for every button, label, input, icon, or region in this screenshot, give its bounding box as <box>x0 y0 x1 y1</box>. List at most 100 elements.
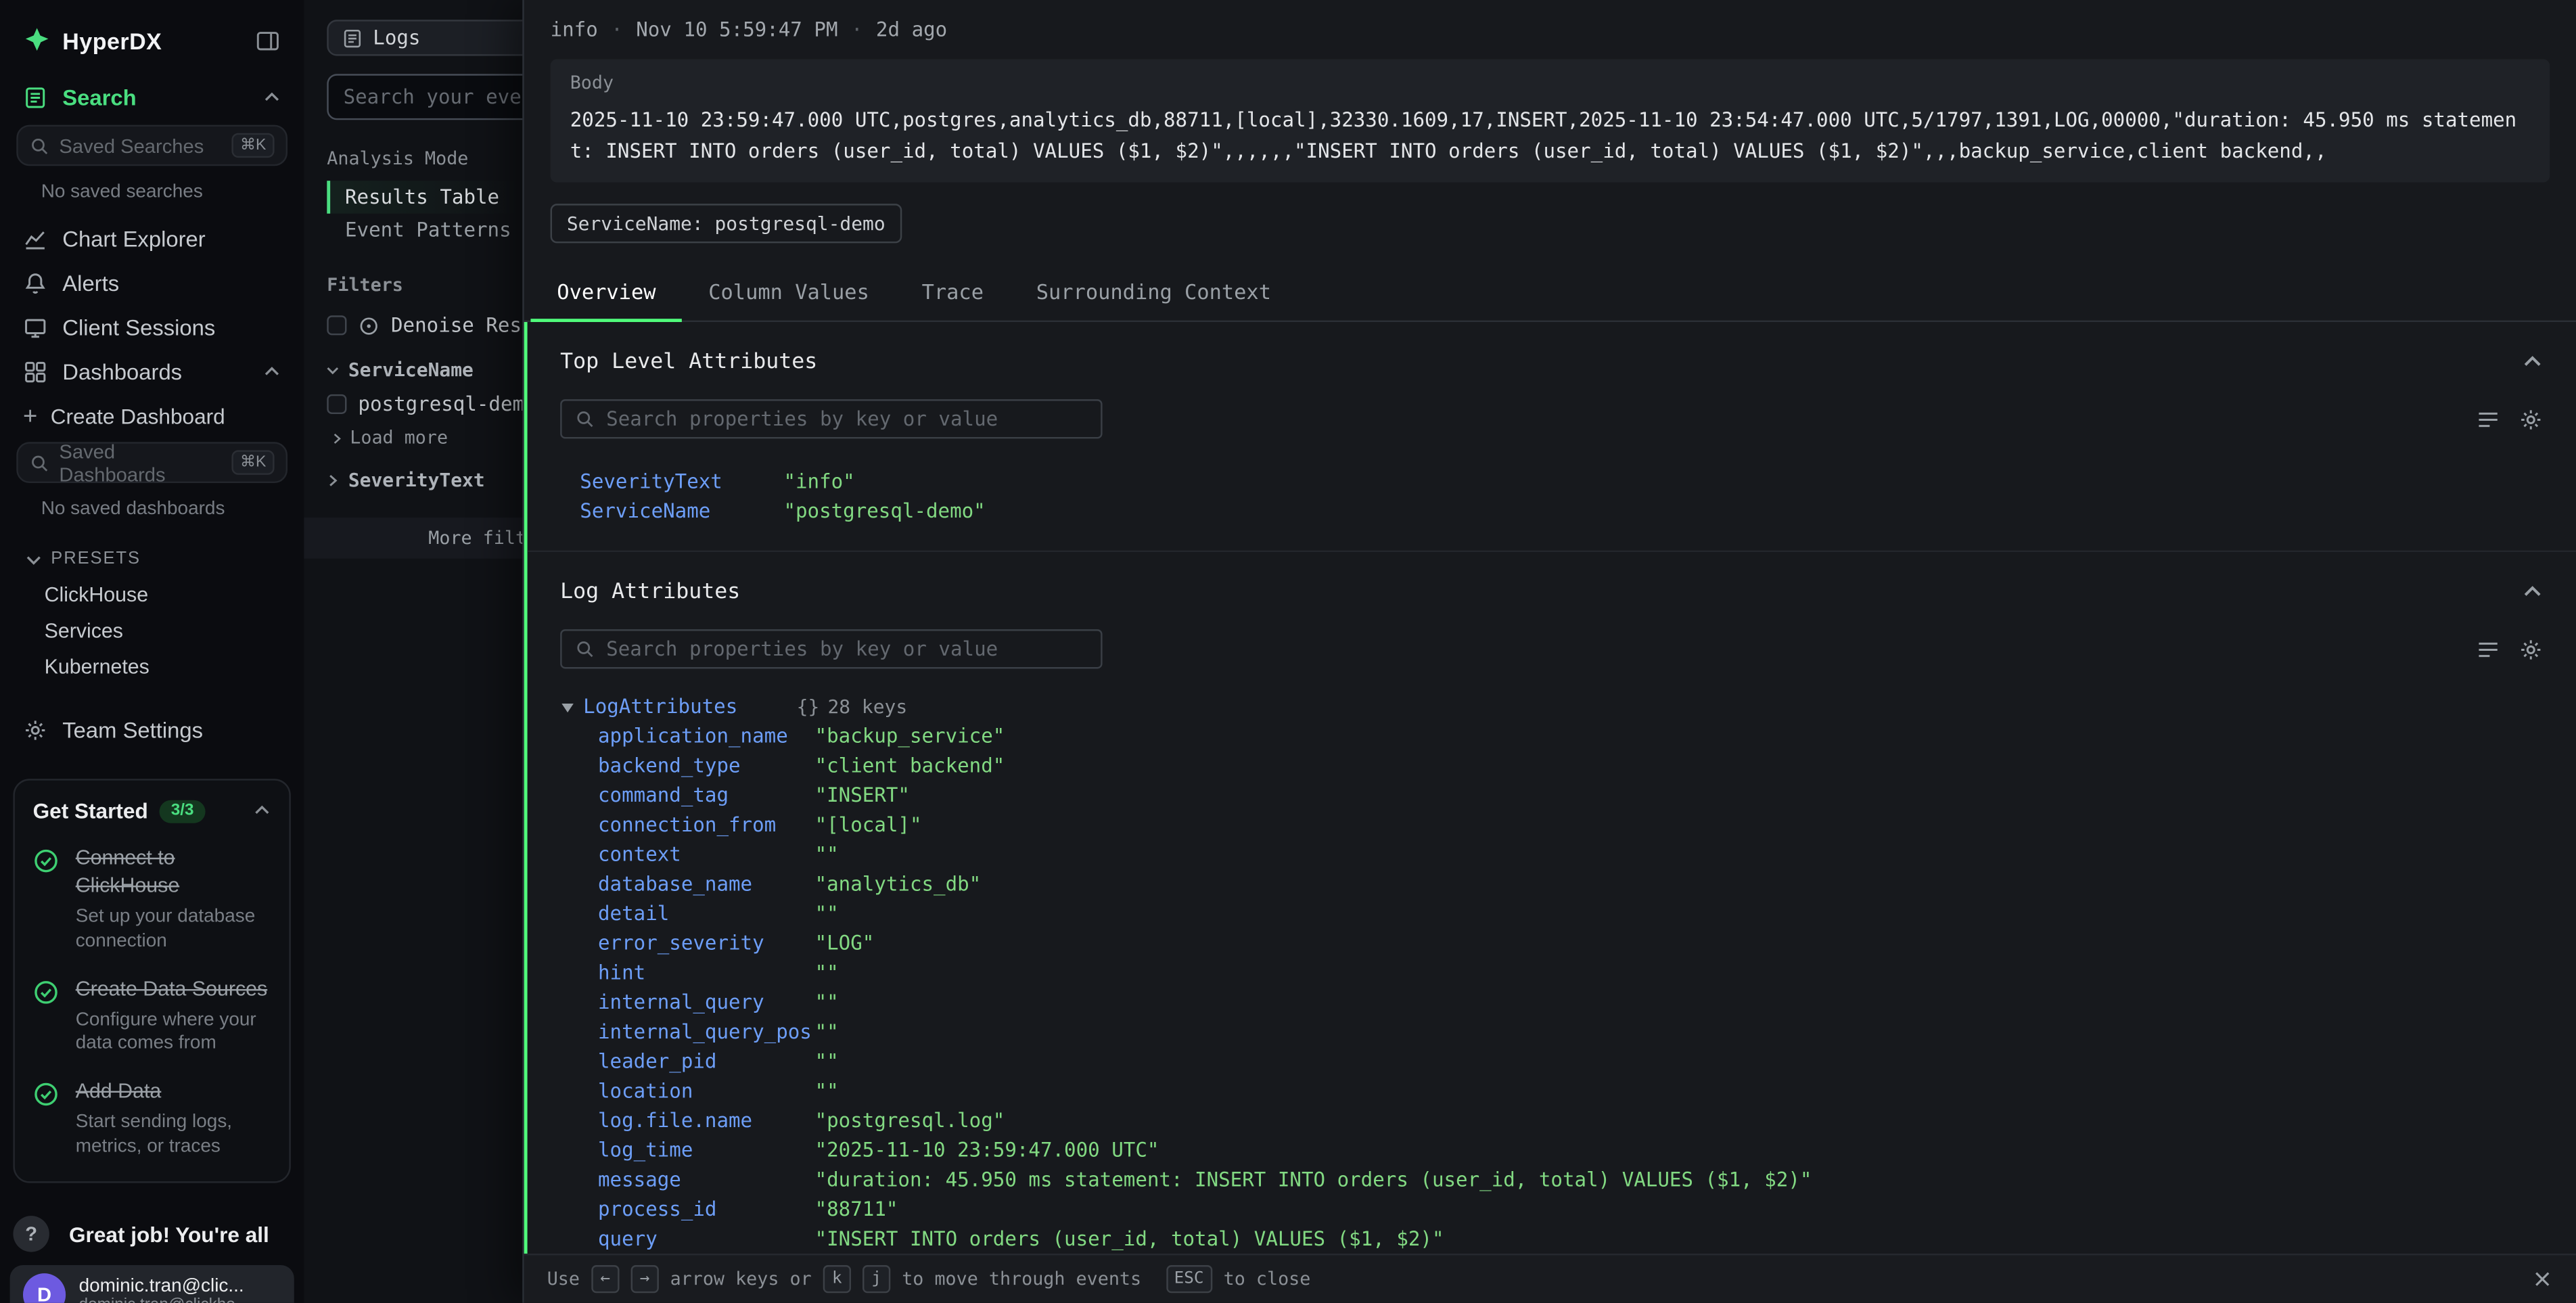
no-saved-dashboards-text: No saved dashboards <box>0 486 304 534</box>
settings-icon[interactable] <box>2518 637 2543 662</box>
log-attributes-section: Log Attributes LogAttributes <box>528 552 2576 1254</box>
collapse-section-icon[interactable] <box>2522 582 2544 603</box>
settings-icon[interactable] <box>2518 407 2543 432</box>
get-started-card: Get Started 3/3 Connect to ClickHouse Se… <box>13 779 290 1183</box>
attribute-row[interactable]: hint "" <box>598 958 2543 988</box>
log-attributes-search-input[interactable] <box>606 638 1088 661</box>
attribute-row[interactable]: backend_type "client backend" <box>598 751 2543 781</box>
denoise-checkbox[interactable] <box>327 315 346 335</box>
facet-option-checkbox[interactable] <box>327 394 346 414</box>
attribute-row[interactable]: connection_from "[local]" <box>598 810 2543 840</box>
line-wrap-icon[interactable] <box>2476 637 2500 662</box>
tab-column-values[interactable]: Column Values <box>682 263 895 321</box>
facet-severitytext-toggle[interactable]: SeverityText <box>304 453 522 496</box>
chevron-right-icon <box>330 432 343 444</box>
facet-servicename-toggle[interactable]: ServiceName <box>304 344 522 386</box>
create-dashboard-label: Create Dashboard <box>51 403 225 428</box>
sidebar-item-team-settings[interactable]: Team Settings <box>0 708 304 753</box>
attribute-row[interactable]: SeverityText "info" <box>560 467 2543 497</box>
attribute-row[interactable]: process_id "88711" <box>598 1195 2543 1225</box>
preset-dashboard-item[interactable]: Kubernetes <box>0 649 304 685</box>
chevron-down-icon <box>325 363 340 378</box>
braces-icon: {} <box>797 695 820 718</box>
attribute-row[interactable]: internal_query_pos "" <box>598 1018 2543 1047</box>
get-started-item[interactable]: Create Data Sources Configure where your… <box>33 976 271 1057</box>
facet-option-postgresql-demo[interactable]: postgresql-demo <box>304 386 522 422</box>
attribute-row[interactable]: error_severity "LOG" <box>598 929 2543 959</box>
footer-use-text: Use <box>547 1268 580 1290</box>
log-body-box[interactable]: Body 2025-11-10 23:59:47.000 UTC,postgre… <box>551 59 2550 183</box>
log-detail-drawer: info · Nov 10 5:59:47 PM · 2d ago Body 2… <box>522 0 2576 1303</box>
attribute-row[interactable]: command_tag "INSERT" <box>598 781 2543 810</box>
saved-searches-input[interactable]: Saved Searches ⌘K <box>16 125 288 166</box>
service-name-tag[interactable]: ServiceName: postgresql-demo <box>551 204 902 244</box>
attribute-row[interactable]: database_name "analytics_db" <box>598 869 2543 899</box>
attribute-key: ServiceName <box>560 500 783 523</box>
attribute-row[interactable]: application_name "backup_service" <box>598 722 2543 752</box>
preset-dashboard-item[interactable]: Services <box>0 613 304 649</box>
preset-dashboard-item[interactable]: ClickHouse <box>0 576 304 612</box>
user-menu[interactable]: D dominic.tran@clic... dominic.tran@clic… <box>10 1265 294 1303</box>
tab-surrounding-context[interactable]: Surrounding Context <box>1010 263 1297 321</box>
get-started-header[interactable]: Get Started 3/3 <box>33 798 271 823</box>
attribute-key: SeverityText <box>560 470 783 493</box>
mode-results-table[interactable]: Results Table <box>327 181 522 214</box>
logo-row: HyperDX <box>0 13 304 75</box>
get-started-item-title: Create Data Sources <box>76 976 270 1003</box>
collapse-section-icon[interactable] <box>2522 352 2544 373</box>
attribute-row[interactable]: query "INSERT INTO orders (user_id, tota… <box>598 1225 2543 1254</box>
attribute-row[interactable]: message "duration: 45.950 ms statement: … <box>598 1165 2543 1195</box>
load-more-button[interactable]: Load more <box>304 422 522 453</box>
close-drawer-icon[interactable] <box>2531 1268 2553 1290</box>
tab-overview[interactable]: Overview <box>530 263 682 321</box>
attribute-row[interactable]: log.file.name "postgresql.log" <box>598 1106 2543 1136</box>
sidebar-item-alerts[interactable]: Alerts <box>0 261 304 306</box>
separator-dot: · <box>611 18 623 41</box>
saved-dashboards-input[interactable]: Saved Dashboards ⌘K <box>16 442 288 483</box>
logattributes-root-row[interactable]: LogAttributes {} 28 keys <box>560 695 2543 718</box>
arrow-left-key: ← <box>591 1265 619 1293</box>
attribute-row[interactable]: detail "" <box>598 899 2543 929</box>
drawer-footer: Use ← → arrow keys or k j to move throug… <box>524 1254 2576 1303</box>
sidebar-item-client-sessions[interactable]: Client Sessions <box>0 306 304 350</box>
attribute-key: query <box>598 1228 815 1251</box>
search-nav-icon <box>23 85 47 110</box>
attribute-row[interactable]: internal_query "" <box>598 988 2543 1018</box>
check-circle-icon <box>33 1082 60 1108</box>
get-started-item[interactable]: Connect to ClickHouse Set up your databa… <box>33 844 271 954</box>
source-selector-button[interactable]: Logs <box>327 20 544 55</box>
collapse-sidebar-icon[interactable] <box>254 27 281 53</box>
attribute-row[interactable]: context "" <box>598 840 2543 869</box>
more-filters-button[interactable]: More filte <box>304 518 547 559</box>
mode-event-patterns[interactable]: Event Patterns <box>327 214 522 247</box>
create-dashboard-button[interactable]: + Create Dashboard <box>0 394 304 437</box>
sidebar-item-search[interactable]: Search <box>0 76 304 120</box>
esc-key: ESC <box>1166 1265 1212 1293</box>
presets-label: PRESETS <box>51 549 141 568</box>
top-level-search-input[interactable] <box>606 408 1088 431</box>
denoise-results-row[interactable]: Denoise Resul <box>304 307 522 343</box>
filters-label: Filters <box>327 275 522 296</box>
help-button[interactable]: ? <box>13 1216 49 1252</box>
app-title: HyperDX <box>62 27 243 53</box>
sidebar-item-dashboards[interactable]: Dashboards <box>0 350 304 394</box>
attribute-row[interactable]: ServiceName "postgresql-demo" <box>560 497 2543 526</box>
sidebar-item-chart-explorer[interactable]: Chart Explorer <box>0 217 304 262</box>
sidebar-item-label: Search <box>62 85 248 110</box>
no-saved-searches-text: No saved searches <box>0 169 304 216</box>
attribute-row[interactable]: log_time "2025-11-10 23:59:47.000 UTC" <box>598 1136 2543 1166</box>
get-started-item[interactable]: Add Data Start sending logs, metrics, or… <box>33 1078 271 1160</box>
analysis-mode-label: Analysis Mode <box>327 148 522 170</box>
attribute-row[interactable]: location "" <box>598 1076 2543 1106</box>
plus-icon: + <box>23 403 37 428</box>
attribute-key: internal_query_pos <box>598 1021 815 1044</box>
presets-toggle[interactable]: PRESETS <box>0 534 304 576</box>
line-wrap-icon[interactable] <box>2476 407 2500 432</box>
shortcut-badge: ⌘K <box>232 450 275 474</box>
attribute-row[interactable]: leader_pid "" <box>598 1047 2543 1076</box>
tab-trace[interactable]: Trace <box>896 263 1010 321</box>
attribute-value: "" <box>815 843 839 866</box>
keys-count-text: 28 keys <box>827 695 907 718</box>
caret-down-icon <box>560 700 575 714</box>
saved-searches-placeholder: Saved Searches <box>59 134 204 157</box>
